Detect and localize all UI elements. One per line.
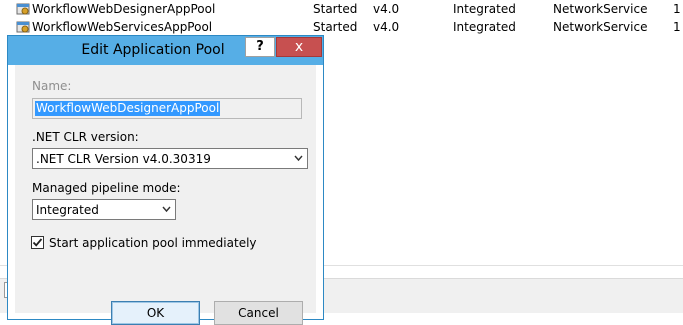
pool-pipeline-mode: Integrated bbox=[453, 2, 516, 16]
pool-status: Started bbox=[313, 20, 358, 34]
checkmark-icon bbox=[32, 238, 43, 247]
app-pool-icon bbox=[16, 3, 30, 15]
table-row[interactable]: WorkflowWebServicesAppPool Started v4.0 … bbox=[0, 18, 683, 36]
pool-name: WorkflowWebServicesAppPool bbox=[32, 20, 213, 34]
pool-applications-count: 1 bbox=[673, 20, 681, 34]
name-label: Name: bbox=[32, 79, 72, 93]
chevron-down-icon bbox=[162, 206, 171, 213]
pool-clr-version: v4.0 bbox=[373, 2, 400, 16]
app-pool-icon bbox=[16, 21, 30, 33]
cancel-button[interactable]: Cancel bbox=[214, 301, 303, 325]
clr-version-label: .NET CLR version: bbox=[32, 130, 139, 144]
close-button[interactable]: x bbox=[276, 37, 322, 57]
pool-applications-count: 1 bbox=[673, 2, 681, 16]
close-icon: x bbox=[294, 39, 304, 55]
pipeline-mode-select[interactable]: Integrated bbox=[32, 199, 176, 220]
start-immediately-checkbox[interactable] bbox=[31, 236, 44, 249]
ok-button[interactable]: OK bbox=[111, 301, 200, 325]
app-pools-list: WorkflowWebDesignerAppPool Started v4.0 … bbox=[0, 0, 683, 40]
clr-version-value: .NET CLR Version v4.0.30319 bbox=[36, 152, 211, 166]
start-immediately-label[interactable]: Start application pool immediately bbox=[49, 236, 257, 250]
edit-application-pool-dialog: Edit Application Pool ? x Name: Workflow… bbox=[7, 35, 324, 325]
pool-clr-version: v4.0 bbox=[373, 20, 400, 34]
name-field-value: WorkflowWebDesignerAppPool bbox=[35, 101, 221, 116]
dialog-body: Name: WorkflowWebDesignerAppPool .NET CL… bbox=[15, 65, 316, 325]
pipeline-mode-label: Managed pipeline mode: bbox=[32, 181, 181, 195]
pool-status: Started bbox=[313, 2, 358, 16]
pool-name: WorkflowWebDesignerAppPool bbox=[32, 2, 216, 16]
dialog-title-bar[interactable]: Edit Application Pool ? x bbox=[8, 36, 323, 65]
clr-version-select[interactable]: .NET CLR Version v4.0.30319 bbox=[32, 148, 308, 169]
chevron-down-icon bbox=[294, 155, 303, 162]
pool-pipeline-mode: Integrated bbox=[453, 20, 516, 34]
help-button[interactable]: ? bbox=[245, 37, 275, 57]
pool-identity: NetworkService bbox=[553, 2, 648, 16]
pipeline-mode-value: Integrated bbox=[36, 203, 99, 217]
name-field[interactable]: WorkflowWebDesignerAppPool bbox=[32, 98, 302, 119]
table-row[interactable]: WorkflowWebDesignerAppPool Started v4.0 … bbox=[0, 0, 683, 18]
pool-identity: NetworkService bbox=[553, 20, 648, 34]
